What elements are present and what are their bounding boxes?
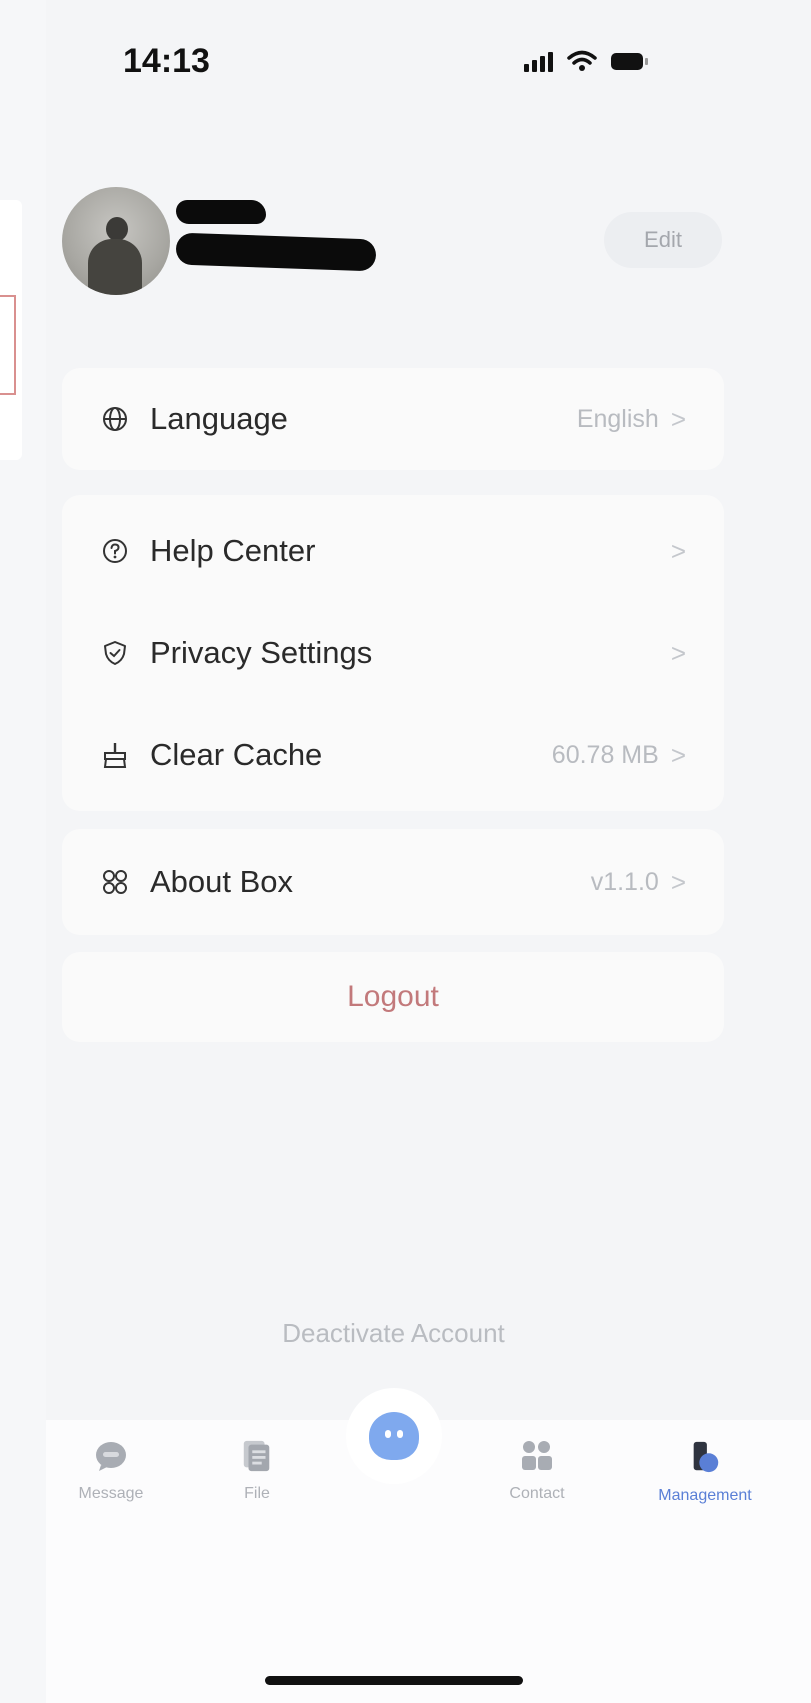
chevron-right-icon: >: [670, 637, 686, 668]
tab-assistant[interactable]: [346, 1388, 442, 1484]
clear-cache-label: Clear Cache: [150, 737, 323, 772]
shield-check-icon: [100, 638, 130, 668]
logout-button[interactable]: Logout: [62, 952, 724, 1042]
about-card: About Box v1.1.0 >: [62, 829, 724, 935]
cellular-signal-icon: [524, 50, 553, 72]
wifi-icon: [567, 50, 597, 71]
support-card: Help Center > Privacy Settings > Clear C…: [62, 495, 724, 811]
clear-cache-row[interactable]: Clear Cache 60.78 MB >: [62, 704, 724, 806]
battery-icon: [611, 52, 648, 70]
status-icons: [524, 50, 648, 72]
about-box-row[interactable]: About Box v1.1.0 >: [62, 829, 724, 935]
language-row[interactable]: Language English >: [62, 368, 724, 470]
assistant-icon: [369, 1412, 419, 1460]
chevron-right-icon: >: [670, 739, 686, 770]
tab-file-label: File: [244, 1485, 270, 1502]
tab-management-label: Management: [658, 1487, 752, 1504]
tab-message-label: Message: [78, 1485, 144, 1502]
tab-contact-label: Contact: [509, 1485, 565, 1502]
avatar[interactable]: [62, 187, 170, 295]
contact-icon: [522, 1441, 552, 1470]
tab-file[interactable]: File: [192, 1438, 322, 1503]
peek-highlight-box: [0, 295, 16, 395]
chevron-right-icon: >: [670, 535, 686, 566]
edit-profile-button[interactable]: Edit: [604, 212, 722, 268]
about-box-label: About Box: [150, 864, 294, 899]
cache-size-value: 60.78 MB: [551, 740, 659, 769]
apps-grid-icon: [100, 867, 130, 897]
privacy-settings-label: Privacy Settings: [150, 635, 373, 670]
tab-message[interactable]: Message: [46, 1438, 176, 1503]
status-time: 14:13: [123, 42, 210, 80]
globe-icon: [100, 404, 130, 434]
language-card: Language English >: [62, 368, 724, 470]
tab-management[interactable]: Management: [630, 1438, 780, 1505]
version-value: v1.1.0: [590, 867, 659, 896]
privacy-settings-row[interactable]: Privacy Settings >: [62, 602, 724, 704]
previous-screen-peek: [0, 0, 46, 1703]
language-value: English: [576, 404, 659, 433]
home-indicator: [265, 1676, 523, 1685]
chevron-right-icon: >: [670, 403, 686, 434]
management-icon: [693, 1441, 719, 1473]
broom-icon: [100, 740, 130, 770]
help-center-row[interactable]: Help Center >: [62, 500, 724, 602]
redacted-name: [176, 200, 266, 224]
redacted-account-id: [175, 232, 377, 272]
language-label: Language: [150, 401, 288, 436]
file-icon: [243, 1440, 270, 1472]
chevron-right-icon: >: [670, 866, 686, 897]
deactivate-account-link[interactable]: Deactivate Account: [46, 1318, 741, 1349]
management-screen: 14:13 Edit Language English > Help Cente…: [46, 0, 811, 1703]
message-icon: [96, 1442, 126, 1471]
help-center-label: Help Center: [150, 533, 316, 568]
tab-contact[interactable]: Contact: [472, 1438, 602, 1503]
question-circle-icon: [100, 536, 130, 566]
